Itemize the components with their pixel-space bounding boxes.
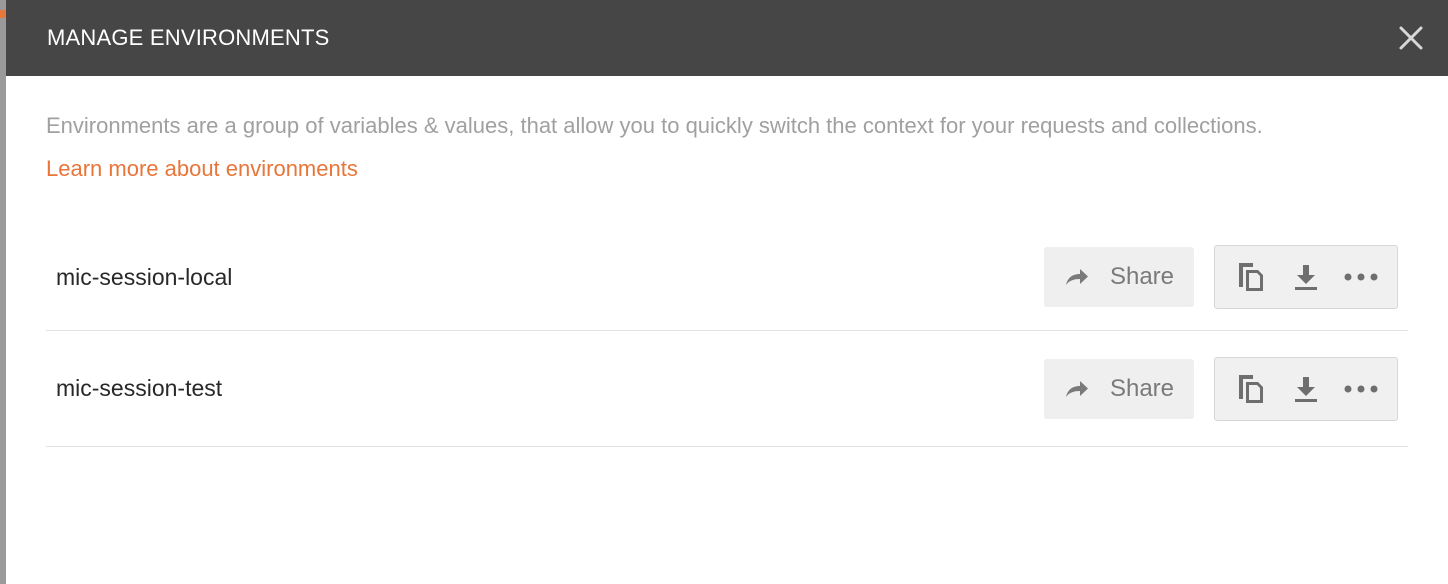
download-icon — [1294, 265, 1317, 290]
modal-body: Environments are a group of variables & … — [6, 76, 1448, 447]
learn-more-link[interactable]: Learn more about environments — [46, 156, 358, 182]
environment-row[interactable]: mic-session-test Share — [46, 331, 1408, 447]
more-options-button[interactable] — [1341, 257, 1381, 297]
environment-name[interactable]: mic-session-test — [56, 375, 222, 402]
modal-title: MANAGE ENVIRONMENTS — [47, 25, 330, 50]
share-button[interactable]: Share — [1044, 247, 1194, 307]
environment-list: mic-session-local Share mic-session-test… — [46, 224, 1408, 447]
more-options-icon — [1344, 273, 1378, 281]
close-icon — [1399, 26, 1423, 50]
more-options-button[interactable] — [1341, 369, 1381, 409]
environment-actions: Share — [1044, 245, 1398, 309]
environment-row[interactable]: mic-session-local Share — [46, 224, 1408, 331]
more-options-icon — [1344, 385, 1378, 392]
environment-button-group — [1214, 245, 1398, 309]
close-button[interactable] — [1394, 21, 1428, 55]
share-label: Share — [1109, 374, 1175, 402]
duplicate-icon — [1238, 374, 1263, 403]
download-icon — [1294, 376, 1317, 402]
duplicate-icon — [1238, 263, 1263, 291]
manage-environments-modal: MANAGE ENVIRONMENTS Environments are a g… — [6, 0, 1448, 584]
download-button[interactable] — [1286, 369, 1326, 409]
modal-header: MANAGE ENVIRONMENTS — [6, 0, 1448, 76]
share-arrow-icon — [1065, 380, 1088, 397]
download-button[interactable] — [1286, 257, 1326, 297]
description-text: Environments are a group of variables & … — [46, 113, 1263, 138]
share-button[interactable]: Share — [1044, 358, 1194, 419]
environment-actions: Share — [1044, 356, 1398, 421]
environment-button-group — [1214, 356, 1398, 421]
duplicate-button[interactable] — [1231, 369, 1271, 409]
share-label: Share — [1109, 263, 1175, 290]
duplicate-button[interactable] — [1231, 257, 1271, 297]
environment-name[interactable]: mic-session-local — [56, 264, 232, 291]
share-arrow-icon — [1065, 269, 1088, 285]
